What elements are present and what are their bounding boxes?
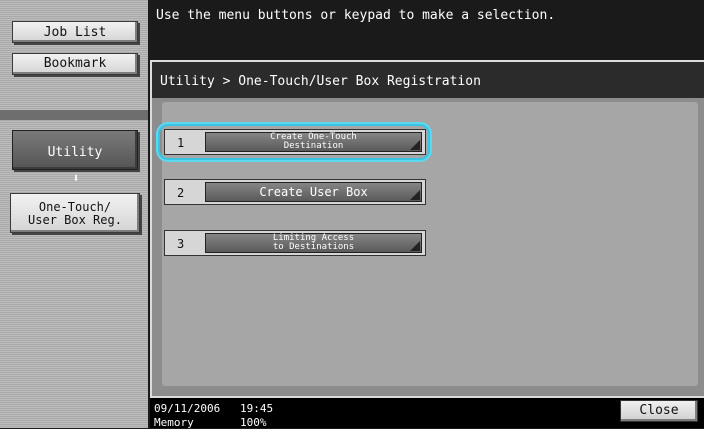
memory-label: Memory: [154, 416, 194, 429]
date-text: 09/11/2006: [154, 402, 221, 415]
options-area: 1 Create One-Touch Destination 2 Create …: [158, 102, 698, 386]
option-label: Limiting Access to Destinations: [205, 233, 422, 253]
option-label: Create One-Touch Destination: [205, 132, 422, 152]
bookmark-button[interactable]: Bookmark: [12, 53, 138, 75]
main-panel: Utility > One-Touch/User Box Registratio…: [150, 60, 704, 398]
current-menu-line1: One-Touch/: [38, 200, 112, 214]
menu-divider: [0, 110, 148, 120]
breadcrumb: Utility > One-Touch/User Box Registratio…: [152, 62, 704, 98]
option-number: 2: [177, 186, 185, 200]
close-button[interactable]: Close: [620, 400, 698, 422]
option-limiting-access[interactable]: 3 Limiting Access to Destinations: [164, 230, 426, 256]
option-label-line1: Create User Box: [259, 185, 368, 199]
option-label: Create User Box: [205, 182, 422, 202]
left-panel: Job List Bookmark Utility ⬇ One-Touch/ U…: [0, 0, 148, 428]
current-menu-button[interactable]: One-Touch/ User Box Reg.: [10, 193, 140, 233]
option-create-one-touch-destination[interactable]: 1 Create One-Touch Destination: [164, 129, 426, 155]
option-label-line2: to Destinations: [272, 242, 355, 252]
instruction-message: Use the menu buttons or keypad to make a…: [156, 8, 556, 23]
down-arrow-icon: ⬇: [72, 171, 80, 185]
option-create-user-box[interactable]: 2 Create User Box: [164, 179, 426, 205]
memory-value: 100%: [240, 416, 267, 429]
option-number: 3: [177, 237, 185, 251]
time-text: 19:45: [240, 402, 274, 415]
current-menu-line2: User Box Reg.: [28, 212, 122, 227]
status-bar: 09/11/2006 19:45 Memory 100% Close: [150, 398, 704, 429]
utility-button[interactable]: Utility: [12, 130, 138, 170]
option-label-line2: Destination: [283, 141, 344, 151]
job-list-button[interactable]: Job List: [12, 21, 138, 43]
option-number: 1: [177, 136, 185, 150]
